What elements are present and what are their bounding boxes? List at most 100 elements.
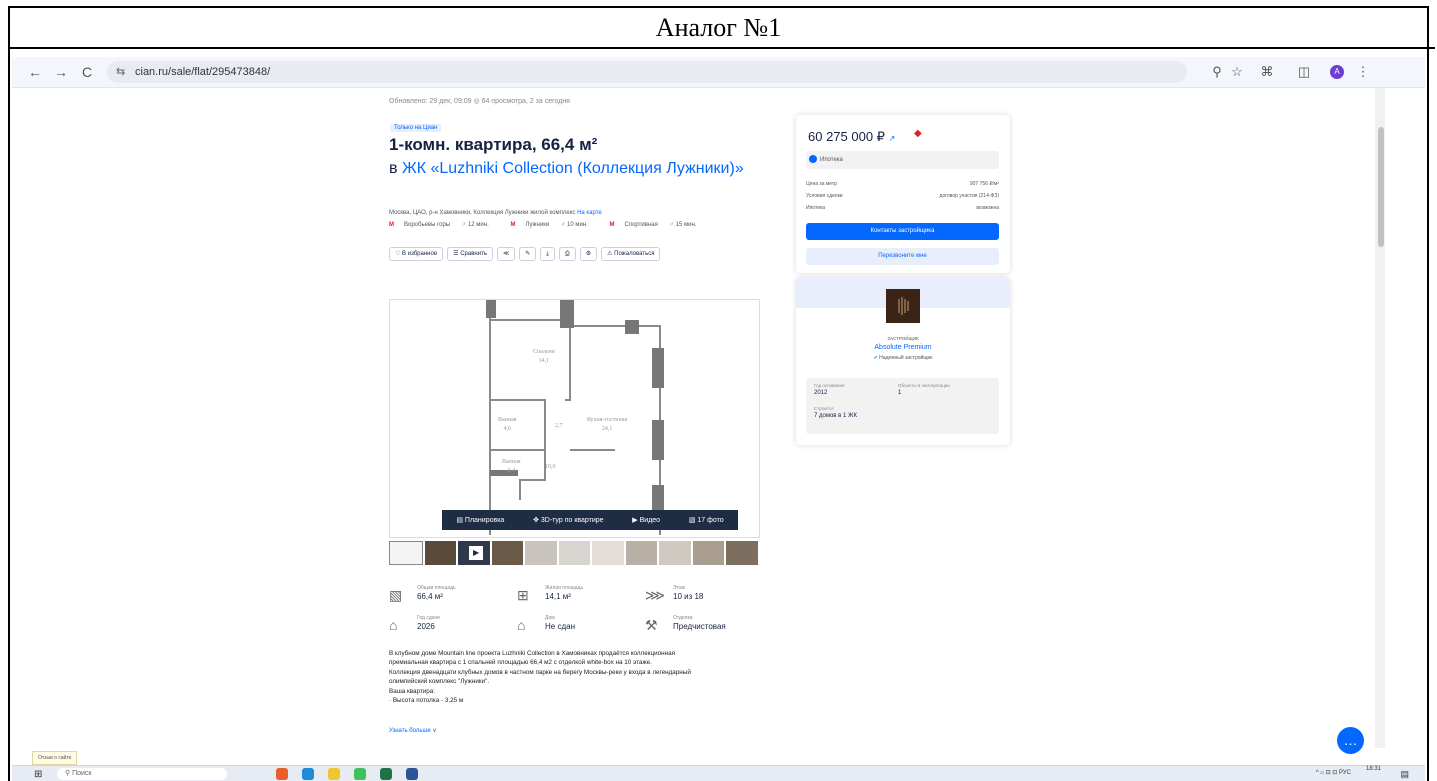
thumbnail[interactable] [659,541,691,565]
price-value: 60 275 000 ₽ ↗ [808,129,896,144]
floorplan-viewer[interactable]: Спальня 14,1 Ванная 4,0 Кухня-гостиная 24,1… [389,299,760,538]
developer-contacts-button[interactable]: Контакты застройщика [806,223,999,240]
metro-icon: M [510,222,516,228]
complex-link[interactable]: ЖК «Luzhniki Collection (Коллекция Лужни… [402,160,744,177]
file-explorer-icon[interactable] [328,768,340,780]
thumbnail[interactable] [424,541,457,565]
favorite-button[interactable]: ♡ В избранное [389,247,444,261]
print-icon[interactable]: ⎙ [558,247,576,261]
developer-card: ЗАСТРОЙЩИК Absolute Premium ✔ Надежный з… [796,278,1010,445]
side-panel-icon[interactable]: ◫ [1295,63,1313,81]
room-label: Спальня 14,1 [533,349,555,364]
back-arrow-icon[interactable]: ← [26,63,44,81]
tab-video[interactable]: ▶ Видео [632,516,660,524]
developer-caption: ЗАСТРОЙЩИК [887,336,919,341]
title-divider [10,47,1435,49]
complex-heading: в ЖК «Luzhniki Collection (Коллекция Луж… [389,160,749,178]
chrome-icon[interactable] [276,768,288,780]
document-title: Аналог №1 [655,13,782,42]
thumbnail[interactable] [592,541,624,565]
feedback-button[interactable]: Отзыв о сайте [32,751,78,765]
show-more-link[interactable]: Узнать больше ∨ [389,727,437,734]
windows-taskbar: ⊞ ⚲ Поиск ^ ⌂ ⊡ ⊡ РУС 18:31 ▤ [12,765,1425,781]
chat-bubble-icon[interactable]: … [1337,727,1364,754]
excel-icon[interactable] [380,768,392,780]
bookmark-star-icon[interactable]: ☆ [1228,63,1246,81]
thumbnail[interactable] [726,541,759,565]
reliable-developer-badge: ✔ Надежный застройщик [873,355,933,361]
tab-photos[interactable]: ▧ 17 фото [689,516,724,524]
price-per-meter: Цена за метр 907 756 ₽/м² [806,181,999,187]
house-icon: ⌂ [517,617,526,633]
zoom-icon[interactable]: ⚲ [1208,63,1226,81]
thumbnail[interactable] [692,541,725,565]
tab-3d-tour[interactable]: ✥ 3D-тур по квартире [533,516,604,524]
thumbnail[interactable] [525,541,557,565]
listing-title: 1-комн. квартира, 66,4 м² [389,135,598,154]
site-settings-icon[interactable]: ⇆ [116,61,125,83]
search-icon: ⚲ [65,770,71,777]
address-line: Москва, ЦАО, р-н Хамовники, Коллекция Лу… [389,210,602,216]
report-button[interactable]: ⚠ Пожаловаться [601,247,661,261]
profile-avatar[interactable]: A [1330,65,1344,79]
word-icon[interactable] [406,768,418,780]
download-icon[interactable]: ⤓ [540,247,555,261]
crane-icon: ⌂ [389,617,398,633]
price-trend-icon[interactable]: ↗ [889,134,896,143]
developer-name-link[interactable]: Absolute Premium [796,344,1010,351]
thumbnail[interactable] [389,541,423,565]
compare-button[interactable]: ☰ Сравнить [447,247,493,261]
address-bar[interactable]: ⇆ cian.ru/sale/flat/295473848/ [107,61,1187,83]
room-label: Кухня-гостиная 24,1 [587,417,628,432]
note-edit-icon[interactable]: ✎ [519,247,537,261]
url-text: cian.ru/sale/flat/295473848/ [135,66,271,78]
thumbnail[interactable] [625,541,658,565]
scrollbar-thumb[interactable] [1378,127,1384,247]
address-text: Москва, ЦАО, р-н Хамовники, Коллекция Лу… [389,210,576,216]
tools-icon: ⚒ [645,617,658,633]
room-label: 2,7 [555,423,563,429]
room-label: 10,0 [545,464,556,470]
exclusive-badge: Только на Циан [390,124,442,132]
forward-arrow-icon[interactable]: → [52,63,70,81]
browser-screenshot: ← → C ⇆ cian.ru/sale/flat/295473848/ ⚲ ☆… [12,57,1425,781]
price-card: 60 275 000 ₽ ↗ ◆ Ипотека Цена за метр 907… [796,115,1010,273]
taskbar-search-input[interactable]: ⚲ Поиск [57,768,227,780]
system-tray[interactable]: ^ ⌂ ⊡ ⊡ РУС [1316,769,1351,776]
metro-icon: M [609,222,615,228]
developer-logo[interactable] [886,289,920,323]
listing-meta: Обновлено: 29 дек, 09:09 ◎ 64 просмотра,… [389,98,570,105]
complex-prefix: в [389,160,398,177]
thumbnail[interactable] [491,541,524,565]
settings-icon[interactable]: ⚙ [579,247,598,261]
notification-icon[interactable]: ▤ [1400,769,1409,780]
room-label: Ванная 2,4 [502,459,521,474]
edge-icon[interactable] [302,768,314,780]
metro-item[interactable]: M Спортивная ♂ 15 мин. [610,222,707,228]
extensions-icon[interactable]: ⌘ [1258,63,1276,81]
menu-kebab-icon[interactable]: ⋮ [1354,63,1372,81]
whatsapp-icon[interactable] [354,768,366,780]
browser-toolbar: ← → C ⇆ cian.ru/sale/flat/295473848/ ⚲ ☆… [12,57,1425,88]
listing-description: В клубном доме Mountain line проекта Luz… [389,650,691,705]
floor-icon: ⋙ [645,587,665,603]
floorplan-drawing [486,300,664,535]
listing-actions: ♡ В избранное ☰ Сравнить ≪ ✎ ⤓ ⎙ ⚙ ⚠ Пож… [389,247,661,261]
plan-icon: ⊞ [517,587,529,603]
mortgage-icon [809,155,817,163]
check-shield-icon: ✔ [873,355,878,361]
metro-item[interactable]: M Лужники ♂ 10 мин. [510,222,597,228]
mortgage-row[interactable]: Ипотека [806,151,999,169]
taskbar-clock[interactable]: 18:31 [1366,766,1381,772]
price-change-dot: ◆ [914,128,922,139]
tab-floorplan[interactable]: ▤ Планировка [456,516,504,524]
video-thumbnail[interactable]: ▶ [458,541,490,565]
callback-button[interactable]: Перезвоните мне [806,248,999,265]
area-icon: ▧ [389,587,403,603]
windows-start-icon[interactable]: ⊞ [34,769,42,780]
metro-item[interactable]: M Воробьевы горы ♂ 12 мин. [389,222,499,228]
share-icon[interactable]: ≪ [496,247,516,261]
map-link[interactable]: На карте [577,210,602,216]
thumbnail[interactable] [558,541,591,565]
reload-icon[interactable]: C [78,63,96,81]
